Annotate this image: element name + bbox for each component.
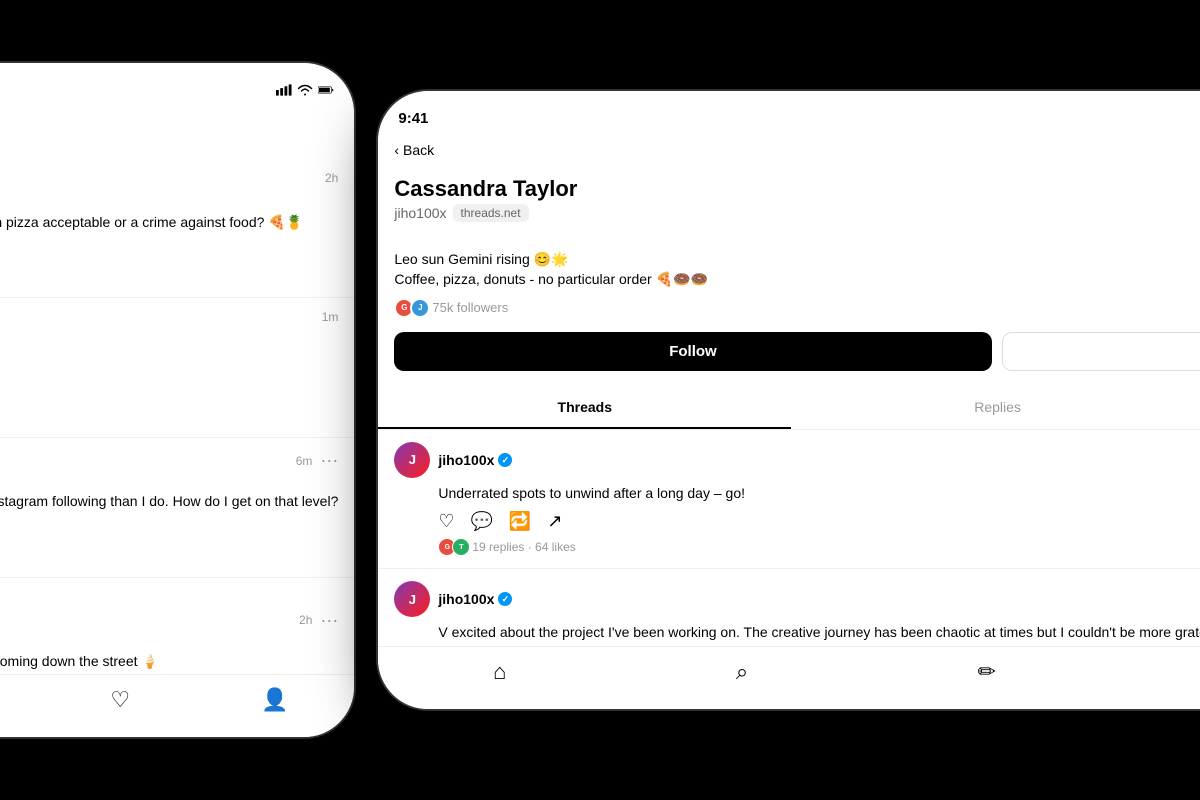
profile-tabs: Threads Replies Reposts — [378, 387, 1200, 430]
post-1: G gwangurl77 ✓ 2h I'm having a debate wi… — [0, 159, 354, 299]
post-time-2: 1m — [322, 310, 339, 324]
status-time-profile: 9:41 — [398, 110, 428, 127]
post-content-1: I'm having a debate with my friends — is… — [0, 213, 338, 233]
threads-logo — [0, 107, 354, 159]
profile-actions: Follow Mention — [394, 332, 1200, 371]
profile-post-1: J jiho100x ✓ 1m ··· Underrated spots t — [378, 430, 1200, 570]
post-content-2: Don't let my Italian grandma hear you... — [0, 352, 338, 372]
post-actions-2[interactable]: ♡ 💬 🔁 ↗ — [0, 380, 338, 401]
mention-button[interactable]: Mention — [1002, 332, 1200, 371]
follower-avatars: G J — [394, 298, 426, 318]
profile-followers: G J 75k followers — [394, 298, 1200, 318]
profile-bio: Leo sun Gemini rising 😊🌟 Coffee, pizza, … — [394, 250, 1200, 289]
repost-label: 🔁 tarekoyou reposted — [0, 590, 338, 604]
post-content-3: I just found out that my neighbor's dog … — [0, 492, 338, 512]
phone-feed: 9:41 G — [0, 63, 354, 737]
post-time-3: 6m — [296, 454, 313, 468]
profile-header: Cassandra Taylor jiho100x threads.net C … — [378, 168, 1200, 382]
more-options-btn[interactable]: ··· — [320, 450, 338, 471]
post-actions-1[interactable]: ♡ 💬 🔁 ↗ — [0, 240, 338, 261]
post-3: H hidayathere22 6m ··· I just found out … — [0, 438, 354, 578]
post-stats-2: AB 2 replies · 12 likes — [0, 407, 338, 425]
profile-navigation: ‹ Back 📷 🔔 ··· — [378, 135, 1200, 168]
like-icon[interactable]: ♡ — [438, 511, 454, 532]
share-icon[interactable]: ↗ — [547, 511, 562, 532]
post-2: J jiho100x ✓ 1m Don't let my Italian gra… — [0, 298, 354, 438]
more-options-btn-4[interactable]: ··· — [320, 610, 338, 631]
verified-icon: ✓ — [498, 453, 512, 467]
post-time-4: 2h — [299, 613, 312, 627]
post-actions-3[interactable]: ♡ 💬 🔁 ↗ — [0, 520, 338, 541]
post-content-4: Best summer memory = hearing the ice cre… — [0, 652, 338, 672]
profile-handle: jiho100x threads.net — [394, 204, 577, 222]
activity-nav[interactable]: ♡ — [110, 687, 130, 713]
pp-actions-1[interactable]: ♡ 💬 🔁 ↗ — [438, 511, 1200, 532]
tab-threads[interactable]: Threads — [378, 387, 791, 429]
compose-nav-p[interactable]: ✏ — [978, 659, 996, 685]
status-icons-feed — [276, 84, 334, 96]
phone-profile: 9:41 ‹ Back 📷 🔔 ··· — [378, 91, 1200, 708]
back-button[interactable]: ‹ Back — [394, 142, 434, 158]
profile-nav[interactable]: 👤 — [261, 687, 288, 713]
post-time-1: 2h — [325, 171, 338, 185]
post-stats-3: T 12 replies · 64 likes — [0, 547, 338, 565]
profile-name: Cassandra Taylor — [394, 176, 577, 202]
handle-tag: threads.net — [453, 204, 529, 222]
pp-stats-1: GT 19 replies · 64 likes — [438, 538, 1200, 556]
bottom-nav-profile: ⌂ ⌕ ✏ ♡ 👤 — [378, 646, 1200, 709]
follower-avatar-2: J — [410, 298, 430, 318]
pp-username-2: jiho100x ✓ — [438, 591, 512, 607]
feed: G gwangurl77 ✓ 2h I'm having a debate wi… — [0, 159, 354, 737]
pp-username-1: jiho100x ✓ — [438, 452, 512, 468]
comment-icon[interactable]: 💬 — [471, 511, 493, 532]
post-stats-1: GJ 4 replies · 12 likes — [0, 267, 338, 285]
pp-avatar-2: J — [394, 581, 430, 617]
pp-avatar-1: J — [394, 442, 430, 478]
pp-content-2: V excited about the project I've been wo… — [438, 623, 1200, 643]
pp-content-1: Underrated spots to unwind after a long … — [438, 484, 1200, 504]
follow-button[interactable]: Follow — [394, 332, 991, 371]
search-nav-p[interactable]: ⌕ — [736, 659, 748, 685]
repost-icon[interactable]: 🔁 — [509, 511, 531, 532]
verified-icon: ✓ — [498, 592, 512, 606]
tab-replies[interactable]: Replies — [791, 387, 1200, 429]
home-nav-p[interactable]: ⌂ — [493, 659, 506, 685]
bottom-nav-feed: ⌂ ⌕ ✏ ♡ 👤 — [0, 674, 354, 737]
